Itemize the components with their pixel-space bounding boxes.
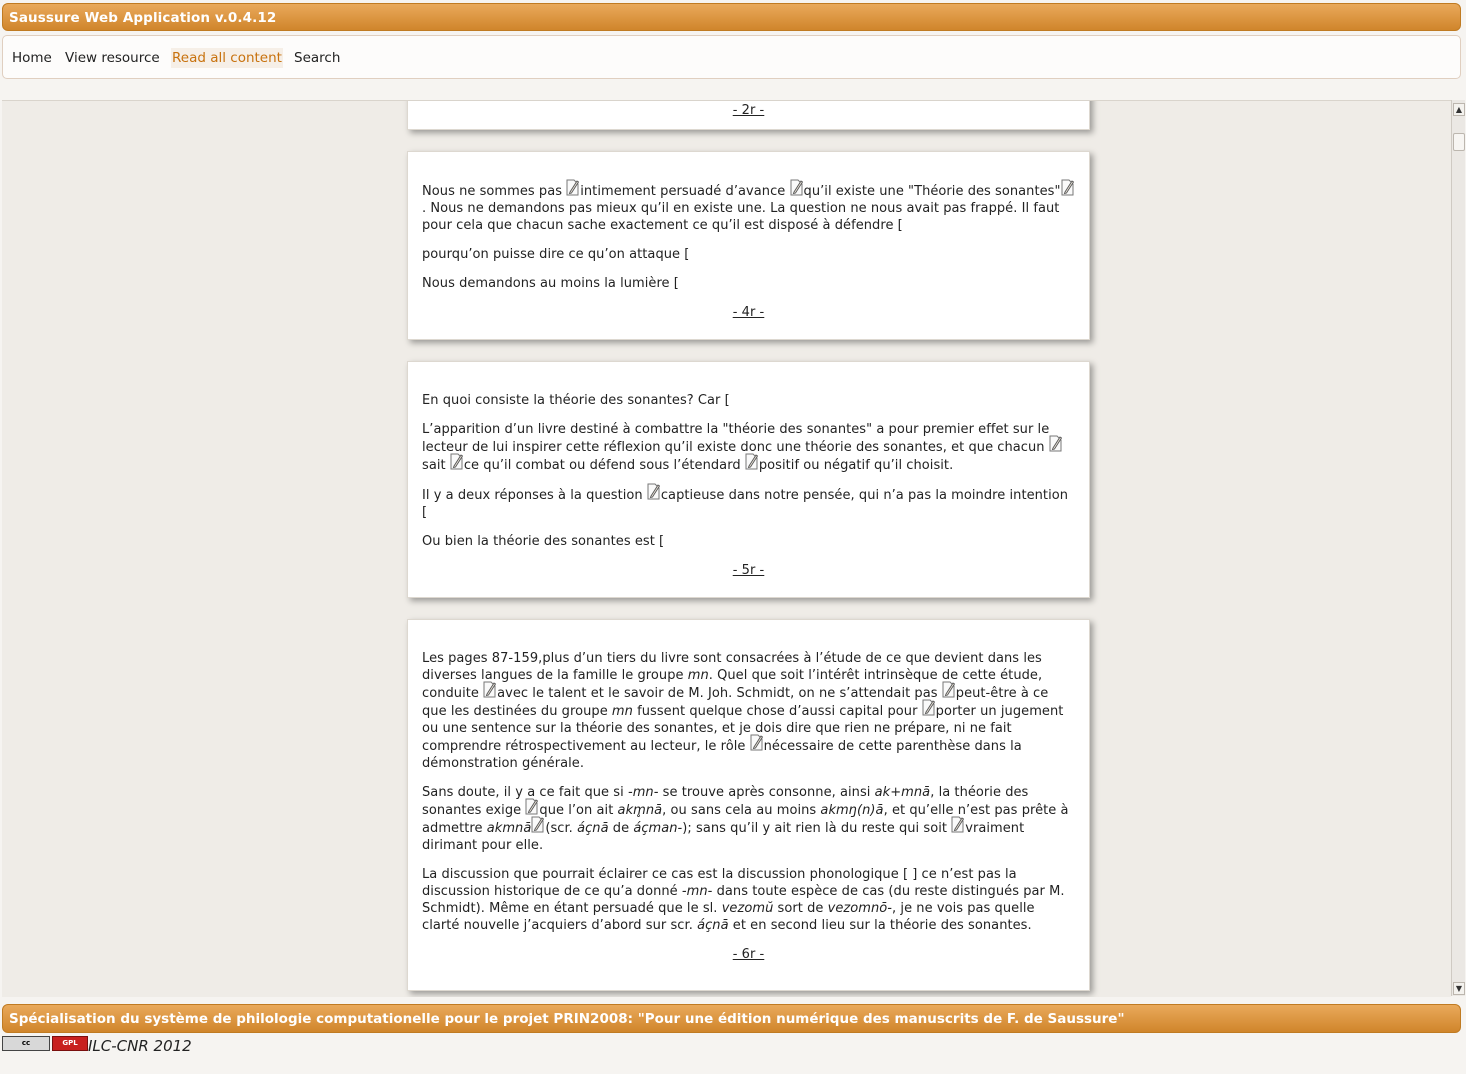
scroll-thumb[interactable]	[1453, 133, 1465, 151]
nav-home[interactable]: Home	[11, 48, 53, 68]
manuscript-paragraph: La discussion que pourrait éclairer ce c…	[422, 867, 1065, 933]
main-nav: Home View resource Read all content Sear…	[2, 35, 1461, 79]
annotation-edit-icon[interactable]	[1061, 179, 1074, 197]
scroll-down-icon[interactable]: ▼	[1453, 982, 1465, 995]
manuscript-paragraph: Les pages 87-159,plus d’un tiers du livr…	[422, 651, 1064, 771]
annotation-edit-icon[interactable]	[750, 734, 763, 752]
reading-pane[interactable]: - 2r - Nous ne sommes pas intimement per…	[2, 100, 1451, 997]
italic-term: mn	[611, 704, 633, 719]
annotation-edit-icon[interactable]	[531, 816, 545, 834]
nav-search[interactable]: Search	[293, 48, 341, 68]
annotation-edit-icon[interactable]	[525, 798, 539, 816]
italic-term: vezomnō-	[827, 901, 893, 916]
annotation-edit-icon[interactable]	[483, 681, 497, 699]
manuscript-page: - 2r -	[407, 101, 1090, 130]
annotation-edit-icon[interactable]	[745, 453, 758, 471]
manuscript-paragraph: L’apparition d’un livre destiné à combat…	[422, 421, 1075, 474]
italic-term: akm̥nā	[617, 803, 663, 818]
annotation-edit-icon[interactable]	[1049, 435, 1062, 453]
page-number-link[interactable]: - 4r -	[422, 304, 1075, 321]
annotation-edit-icon[interactable]	[450, 453, 463, 471]
italic-term: akmnā	[486, 821, 532, 836]
italic-term: áçnā	[697, 918, 729, 933]
page-number-link[interactable]: - 6r -	[422, 946, 1075, 963]
italic-term: akmŋ(n)ā	[820, 803, 884, 818]
manuscript-page: En quoi consiste la théorie des sonantes…	[407, 361, 1090, 598]
manuscript-paragraph: Nous ne sommes pas intimement persuadé d…	[422, 179, 1075, 234]
nav-view-resource[interactable]: View resource	[64, 48, 161, 68]
annotation-edit-icon[interactable]	[942, 681, 955, 699]
credit-text: ILC-CNR 2012	[88, 1037, 192, 1055]
annotation-edit-icon[interactable]	[647, 483, 660, 501]
vertical-scrollbar[interactable]: ▲ ▼	[1451, 100, 1465, 996]
manuscript-paragraph: Il y a deux réponses à la question capti…	[422, 483, 1075, 521]
annotation-edit-icon[interactable]	[790, 179, 803, 197]
page-number-link[interactable]: - 5r -	[422, 562, 1075, 579]
italic-term: vezomŭ	[721, 901, 774, 916]
italic-term: -mn-	[681, 884, 713, 899]
page-number-link[interactable]: - 2r -	[408, 102, 1089, 119]
manuscript-paragraph: Ou bien la théorie des sonantes est [	[422, 534, 665, 549]
manuscript-paragraph: En quoi consiste la théorie des sonantes…	[422, 393, 730, 408]
app-title-bar: Saussure Web Application v.0.4.12	[2, 3, 1461, 31]
manuscript-page: Nous ne sommes pas intimement persuadé d…	[407, 151, 1090, 340]
annotation-edit-icon[interactable]	[951, 816, 965, 834]
manuscript-paragraph: Nous demandons au moins la lumière [	[422, 276, 679, 291]
italic-term: áçman-	[633, 821, 683, 836]
project-description: Spécialisation du système de philologie …	[9, 1011, 1125, 1027]
app-title: Saussure Web Application v.0.4.12	[9, 10, 277, 26]
italic-term: mn	[687, 668, 709, 683]
italic-term: ak+mnā	[874, 785, 931, 800]
annotation-edit-icon[interactable]	[922, 699, 935, 717]
scroll-up-icon[interactable]: ▲	[1453, 103, 1465, 116]
manuscript-paragraph: Sans doute, il y a ce fait que si -mn- s…	[422, 785, 1069, 853]
italic-term: -mn-	[627, 785, 659, 800]
italic-term: áçnā	[577, 821, 609, 836]
manuscript-page: Les pages 87-159,plus d’un tiers du livr…	[407, 619, 1090, 991]
project-footer-bar: Spécialisation du système de philologie …	[2, 1004, 1461, 1033]
manuscript-paragraph: pourqu’on puisse dire ce qu’on attaque [	[422, 247, 690, 262]
gpl-license-icon[interactable]: GPL	[52, 1036, 88, 1051]
nav-read-all-content[interactable]: Read all content	[171, 48, 283, 68]
annotation-edit-icon[interactable]	[566, 179, 580, 197]
cc-license-icon[interactable]: cc	[2, 1036, 50, 1051]
